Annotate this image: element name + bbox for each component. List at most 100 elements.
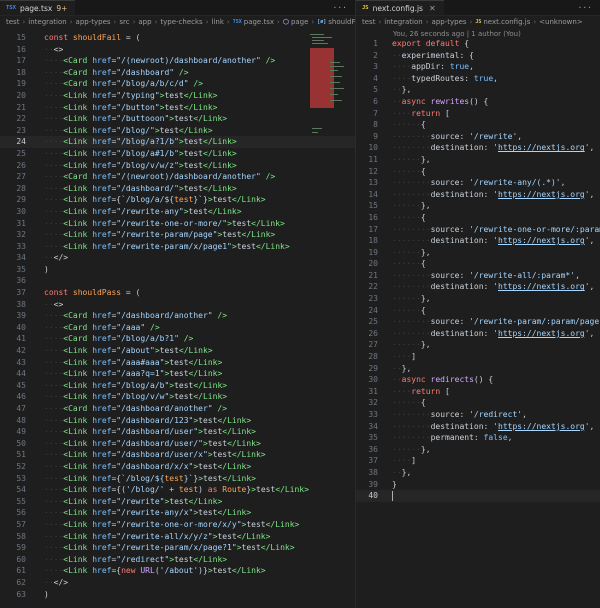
line-content[interactable]: ····typedRoutes: true,: [378, 73, 600, 85]
line-content[interactable]: ······},: [378, 444, 600, 456]
line-number[interactable]: 63: [0, 589, 26, 601]
line-content[interactable]: ········destination: 'https://nextjs.org…: [378, 235, 600, 247]
line-number[interactable]: 23: [0, 125, 26, 137]
line-number[interactable]: 36: [0, 275, 26, 287]
line-content[interactable]: ····return [: [378, 108, 600, 120]
line-number[interactable]: 17: [0, 55, 26, 67]
line-content[interactable]: ····<Link href="/rewrite-param/x/page1">…: [26, 241, 355, 253]
line-content[interactable]: ······{: [378, 166, 600, 178]
line-number[interactable]: 32: [0, 229, 26, 241]
line-number[interactable]: 37: [0, 287, 26, 299]
line-content[interactable]: ····return [: [378, 386, 600, 398]
line-content[interactable]: ····<Link href="/blog/a?1/b">test</Link>: [26, 136, 355, 148]
breadcrumb-item[interactable]: test: [362, 18, 375, 26]
line-number[interactable]: 28: [356, 351, 378, 363]
line-number[interactable]: 37: [356, 455, 378, 467]
line-number[interactable]: 4: [356, 73, 378, 85]
line-content[interactable]: ): [26, 264, 355, 276]
line-content[interactable]: ··<>: [26, 299, 355, 311]
line-number[interactable]: 26: [356, 328, 378, 340]
line-content[interactable]: ····<Link href="/dashboard/user">test</L…: [26, 426, 355, 438]
line-number[interactable]: 9: [356, 131, 378, 143]
breadcrumb-item[interactable]: src: [119, 18, 129, 26]
line-content[interactable]: ): [26, 589, 355, 601]
line-content[interactable]: ····<Card href="/dashboard/another" />: [26, 310, 355, 322]
line-number[interactable]: 27: [356, 339, 378, 351]
line-number[interactable]: 46: [0, 391, 26, 403]
line-number[interactable]: 20: [356, 258, 378, 270]
line-content[interactable]: }: [378, 479, 600, 491]
line-content[interactable]: ····<Link href="/buttooon">test</Link>: [26, 113, 355, 125]
breadcrumb-item[interactable]: next.config.js: [483, 18, 530, 26]
line-content[interactable]: ····<Link href="/blog/v/w">test</Link>: [26, 391, 355, 403]
line-number[interactable]: 20: [0, 90, 26, 102]
line-number[interactable]: 38: [0, 299, 26, 311]
line-content[interactable]: ····]: [378, 455, 600, 467]
line-number[interactable]: 34: [0, 252, 26, 264]
line-content[interactable]: ········source: '/redirect',: [378, 409, 600, 421]
line-content[interactable]: ··async rewrites() {: [378, 96, 600, 108]
line-content[interactable]: ······{: [378, 212, 600, 224]
line-content[interactable]: ········source: '/rewrite',: [378, 131, 600, 143]
line-number[interactable]: 41: [0, 333, 26, 345]
line-number[interactable]: 33: [0, 241, 26, 253]
line-number[interactable]: 28: [0, 183, 26, 195]
line-content[interactable]: ····<Link href="/rewrite-all/x/y/z">test…: [26, 531, 355, 543]
line-content[interactable]: ··experimental: {: [378, 50, 600, 62]
line-number[interactable]: 60: [0, 554, 26, 566]
breadcrumb-item[interactable]: app-types: [76, 18, 111, 26]
close-icon[interactable]: ✕: [429, 4, 436, 13]
line-content[interactable]: ······},: [378, 339, 600, 351]
line-number[interactable]: 55: [0, 496, 26, 508]
line-number[interactable]: 7: [356, 108, 378, 120]
line-number[interactable]: 13: [356, 177, 378, 189]
line-number[interactable]: 34: [356, 421, 378, 433]
line-content[interactable]: ······},: [378, 154, 600, 166]
line-content[interactable]: ········destination: 'https://nextjs.org…: [378, 189, 600, 201]
line-number[interactable]: 22: [356, 281, 378, 293]
line-content[interactable]: [26, 275, 355, 287]
breadcrumb-item[interactable]: <unknown>: [539, 18, 583, 26]
line-content[interactable]: ····<Card href="/dashboard/another" />: [26, 403, 355, 415]
line-content[interactable]: ····<Link href="/rewrite-param/page">tes…: [26, 229, 355, 241]
line-content[interactable]: ····<Link href={new URL('/about')}>test<…: [26, 565, 355, 577]
line-number[interactable]: 15: [356, 200, 378, 212]
line-content[interactable]: ····appDir: true,: [378, 61, 600, 73]
line-content[interactable]: ····<Card href="/(newroot)/dashboard/ano…: [26, 55, 355, 67]
line-content[interactable]: ····<Link href="/dashboard/user/">test</…: [26, 438, 355, 450]
line-content[interactable]: ····<Link href="/rewrite">test</Link>: [26, 496, 355, 508]
more-actions-icon[interactable]: ···: [333, 3, 347, 12]
line-content[interactable]: ······},: [378, 247, 600, 259]
line-number[interactable]: 24: [0, 136, 26, 148]
breadcrumb-item[interactable]: integration: [384, 18, 422, 26]
line-content[interactable]: ····<Card href="/(newroot)/dashboard/ano…: [26, 171, 355, 183]
line-number[interactable]: 48: [0, 415, 26, 427]
breadcrumb-item[interactable]: integration: [28, 18, 66, 26]
breadcrumb-item[interactable]: page: [291, 18, 308, 26]
line-number[interactable]: 14: [356, 189, 378, 201]
line-content[interactable]: ····<Link href="/dashboard/123">test</Li…: [26, 415, 355, 427]
line-content[interactable]: ····<Link href="/typing">test</Link>: [26, 90, 355, 102]
line-content[interactable]: ····<Link href="/rewrite-param/x/page?1"…: [26, 542, 355, 554]
line-content[interactable]: ····<Link href={('/blog/' + test) as Rou…: [26, 484, 355, 496]
line-content[interactable]: const shouldFail = (: [26, 32, 355, 44]
tab-page-tsx[interactable]: TSX page.tsx 9+: [0, 0, 76, 15]
line-number[interactable]: 32: [356, 397, 378, 409]
line-number[interactable]: 40: [0, 322, 26, 334]
breadcrumb-item[interactable]: shouldFail: [328, 18, 355, 26]
line-number[interactable]: 45: [0, 380, 26, 392]
line-content[interactable]: ····<Link href="/blog/a#1/b">test</Link>: [26, 148, 355, 160]
line-content[interactable]: ··</>: [26, 252, 355, 264]
line-number[interactable]: 3: [356, 61, 378, 73]
line-number[interactable]: 29: [356, 363, 378, 375]
line-number[interactable]: 16: [356, 212, 378, 224]
line-content[interactable]: ········source: '/rewrite-all/:param*',: [378, 270, 600, 282]
line-number[interactable]: 19: [0, 78, 26, 90]
line-content[interactable]: ······{: [378, 397, 600, 409]
breadcrumb-item[interactable]: page.tsx: [244, 18, 274, 26]
line-content[interactable]: ······{: [378, 305, 600, 317]
tab-next-config-js[interactable]: JS next.config.js ✕: [356, 0, 444, 15]
line-content[interactable]: ····<Link href="/redirect">test</Link>: [26, 554, 355, 566]
line-content[interactable]: ····<Card href="/aaa" />: [26, 322, 355, 334]
breadcrumb-item[interactable]: type-checks: [160, 18, 202, 26]
